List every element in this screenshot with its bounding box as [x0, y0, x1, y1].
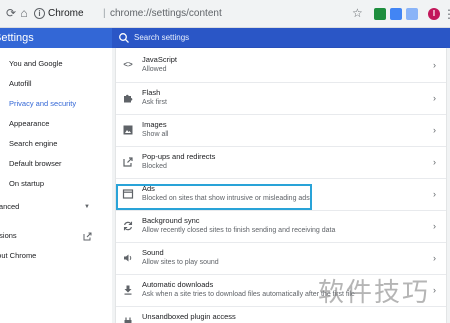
row-title: Images [142, 120, 167, 129]
watermark-text: 软件技巧 [318, 278, 431, 308]
row-subtitle: Blocked [142, 163, 167, 170]
sidebar-item-on-startup[interactable]: On startup [9, 177, 44, 191]
reload-icon[interactable]: ⟳ [4, 6, 18, 20]
settings-header: Settings Search settings [0, 28, 450, 48]
row-subtitle: Allow sites to play sound [142, 259, 219, 266]
sidebar-item-about-chrome[interactable]: About Chrome [0, 249, 36, 263]
chevron-right-icon: › [433, 221, 436, 231]
chevron-right-icon: › [433, 285, 436, 295]
row-title: Pop-ups and redirects [142, 152, 216, 161]
highlight-box [116, 184, 312, 210]
download-icon [122, 284, 134, 296]
row-title: Automatic downloads [142, 280, 214, 289]
chevron-right-icon: › [433, 93, 436, 103]
url-text[interactable]: chrome://settings/content [110, 8, 222, 19]
address-bar[interactable]: i Chrome | chrome://settings/content [30, 5, 368, 23]
extension-icon[interactable] [374, 8, 386, 20]
chevron-right-icon: › [433, 125, 436, 135]
browser-toolbar: ⟳ ⌂ i Chrome | chrome://settings/content… [0, 0, 450, 28]
row-subtitle: Show all [142, 131, 169, 138]
setting-row-popups[interactable]: Pop-ups and redirects Blocked › [116, 146, 446, 178]
plugin-icon [122, 316, 134, 323]
open-in-new-icon[interactable] [83, 232, 92, 241]
row-title: JavaScript [142, 55, 178, 64]
chevron-right-icon: › [433, 60, 436, 70]
info-icon[interactable]: i [34, 8, 45, 19]
code-icon: <> [123, 60, 133, 69]
row-subtitle: Allowed [142, 66, 167, 73]
home-icon[interactable]: ⌂ [17, 6, 31, 20]
chevron-down-icon[interactable]: ▼ [84, 204, 90, 210]
sidebar-item-advanced[interactable]: Advanced [0, 200, 19, 214]
setting-row-sound[interactable]: Sound Allow sites to play sound › [116, 242, 446, 274]
menu-icon[interactable]: ⋮ [443, 7, 450, 21]
image-icon [122, 124, 134, 136]
extension-icon[interactable] [390, 8, 402, 20]
puzzle-icon [122, 92, 134, 104]
profile-avatar[interactable]: I [428, 8, 440, 20]
sync-icon [122, 220, 134, 232]
sidebar-item-extensions[interactable]: Extensions [0, 229, 17, 243]
row-title: Sound [142, 248, 164, 257]
sidebar-item-you-and-google[interactable]: You and Google [9, 57, 63, 71]
row-title: Unsandboxed plugin access [142, 312, 236, 321]
volume-icon [122, 252, 134, 264]
bookmark-star-icon[interactable]: ☆ [352, 6, 363, 20]
setting-row-javascript[interactable]: <> JavaScript Allowed › [116, 50, 446, 82]
setting-row-background-sync[interactable]: Background sync Allow recently closed si… [116, 210, 446, 242]
chevron-right-icon: › [433, 157, 436, 167]
row-subtitle: Ask first [142, 99, 167, 106]
search-input[interactable]: Search settings [112, 28, 450, 48]
site-label: Chrome [48, 8, 84, 19]
open-in-new-icon [122, 156, 134, 168]
page-title: Settings [0, 32, 34, 44]
search-icon [119, 33, 129, 43]
setting-row-images[interactable]: Images Show all › [116, 114, 446, 146]
sidebar-item-appearance[interactable]: Appearance [9, 117, 49, 131]
row-subtitle: Allow recently closed sites to finish se… [142, 227, 336, 234]
setting-row-flash[interactable]: Flash Ask first › [116, 82, 446, 114]
chevron-right-icon: › [433, 189, 436, 199]
sidebar-item-privacy-and-security[interactable]: Privacy and security [9, 97, 76, 111]
sidebar: You and Google Autofill Privacy and secu… [0, 48, 112, 323]
row-title: Flash [142, 88, 161, 97]
sidebar-item-search-engine[interactable]: Search engine [9, 137, 57, 151]
search-placeholder: Search settings [134, 33, 190, 42]
chevron-right-icon: › [433, 253, 436, 263]
sidebar-item-default-browser[interactable]: Default browser [9, 157, 62, 171]
sidebar-item-autofill[interactable]: Autofill [9, 77, 32, 91]
row-title: Background sync [142, 216, 200, 225]
extension-icon[interactable] [406, 8, 418, 20]
url-separator: | [103, 8, 106, 19]
